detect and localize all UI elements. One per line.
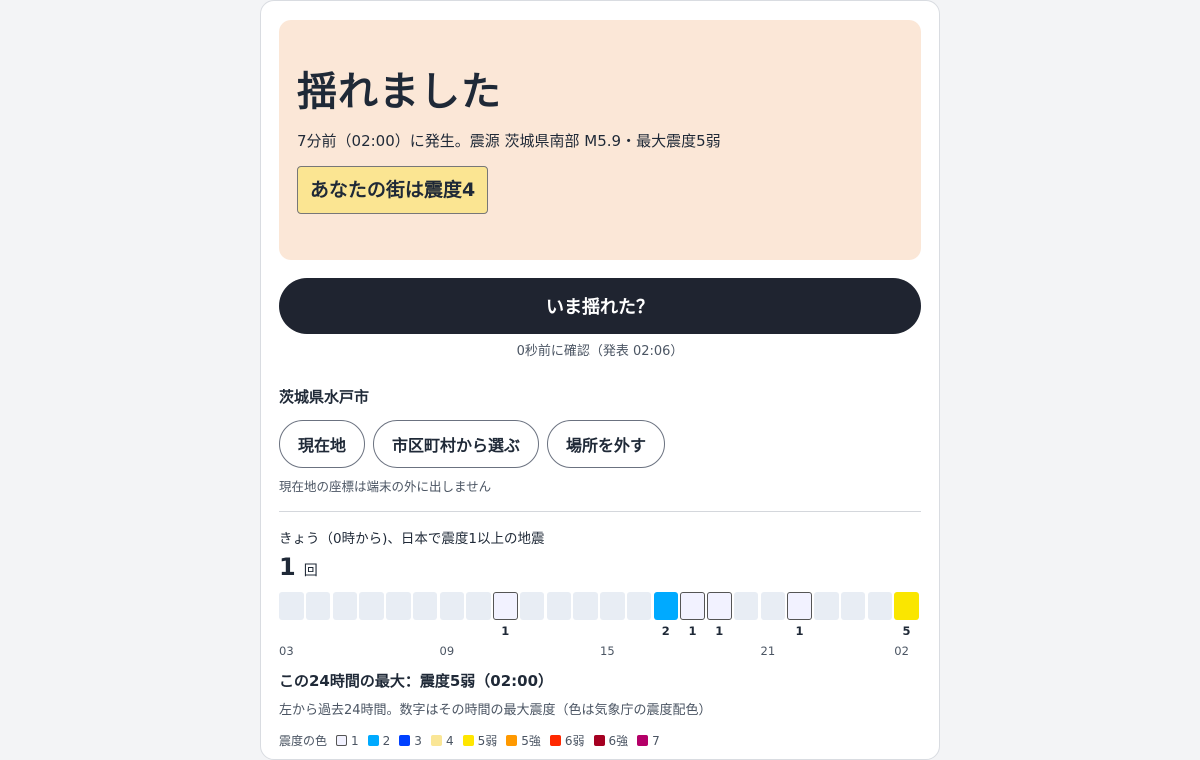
hour-value-22: 1 <box>795 624 804 638</box>
legend-item-label: 1 <box>351 733 359 748</box>
hour-cell-06 <box>359 592 384 620</box>
legend-item-label: 4 <box>445 733 454 748</box>
legend-item: 1 <box>336 734 359 748</box>
chart-note: 左から過去24時間。数字はその時間の最大震度（色は気象庁の震度配色） <box>279 703 712 718</box>
legend-item-label: 6強 <box>608 734 629 748</box>
legend-swatch <box>506 735 518 746</box>
hour-value-19: 1 <box>715 624 724 638</box>
legend-item: 6強 <box>593 732 629 749</box>
choose-municipality-button[interactable]: 市区町村から選ぶ <box>373 420 540 468</box>
today-count-number: 1 <box>279 553 296 581</box>
legend-item-label: 2 <box>382 733 391 748</box>
hour-cell-10 <box>466 592 491 620</box>
hour-value-02: 5 <box>902 624 911 638</box>
hour-cell-13 <box>546 592 571 620</box>
hour-tick-03: 03 <box>279 644 294 658</box>
privacy-note: 現在地の座標は端末の外に出しません <box>279 479 492 494</box>
legend-item: 5弱 <box>462 732 498 749</box>
hour-cell-02 <box>894 592 919 620</box>
hour-tick-09: 09 <box>439 644 455 658</box>
legend-item: 3 <box>399 734 422 748</box>
legend-swatch <box>549 735 561 746</box>
hour-value-18: 1 <box>688 624 697 638</box>
quake-card: 揺れました 7分前（02:00）に発生。震源 茨城県南部 M5.9・最大震度5弱… <box>260 0 940 760</box>
hour-cell-18 <box>680 592 705 620</box>
hour-cell-21 <box>760 592 785 620</box>
hour-cell-22 <box>787 592 812 620</box>
hour-cell-17 <box>653 592 678 620</box>
hour-cell-00 <box>840 592 866 620</box>
legend-item-label: 7 <box>652 733 660 748</box>
legend-item: 2 <box>367 733 391 748</box>
max-24h: この24時間の最大：震度5弱（02:00） <box>279 672 554 690</box>
hour-tick-15: 15 <box>600 644 615 658</box>
legend-item: 6弱 <box>549 732 585 749</box>
hour-cell-07 <box>386 592 411 620</box>
remove-location-button[interactable]: 場所を外す <box>547 420 666 468</box>
hour-cell-03 <box>279 592 304 620</box>
hour-cell-23 <box>814 592 839 620</box>
hour-axis: 03 09 15 21 02 <box>279 644 921 660</box>
alert-title: 揺れました <box>297 69 502 115</box>
hour-value-11: 1 <box>501 624 510 638</box>
intensity-legend: 震度の色 1 2 3 4 5弱 5強 6弱 6強 7 <box>279 732 921 749</box>
today-count-unit: 回 <box>303 563 318 579</box>
divider <box>279 511 921 512</box>
alert-panel: 揺れました 7分前（02:00）に発生。震源 茨城県南部 M5.9・最大震度5弱… <box>279 20 921 260</box>
location-buttons: 現在地 市区町村から選ぶ 場所を外す <box>279 420 921 468</box>
hour-tick-02: 02 <box>894 644 909 658</box>
legend-swatch <box>637 735 649 746</box>
hour-cell-05 <box>332 592 357 620</box>
legend-swatch <box>399 735 411 746</box>
local-intensity-badge: あなたの街は震度4 <box>297 166 489 214</box>
legend-item: 4 <box>430 733 454 748</box>
hour-cell-16 <box>626 592 652 620</box>
legend-label: 震度の色 <box>279 734 328 748</box>
hour-cell-09 <box>439 592 464 620</box>
alert-summary: 7分前（02:00）に発生。震源 茨城県南部 M5.9・最大震度5弱 <box>297 132 721 150</box>
legend-swatch <box>430 735 442 746</box>
legend-item: 7 <box>637 734 660 748</box>
hour-cell-01 <box>867 592 892 620</box>
hourly-intensity-values: 1 2 1 1 1 5 <box>279 624 921 642</box>
hour-tick-21: 21 <box>760 644 776 658</box>
check-status: 0秒前に確認（発表 02:06） <box>516 344 684 359</box>
hour-cell-20 <box>733 592 759 620</box>
legend-swatch <box>336 735 348 746</box>
hour-cell-11 <box>493 592 518 620</box>
hour-cell-08 <box>412 592 438 620</box>
hour-cell-19 <box>707 592 732 620</box>
hour-value-17: 2 <box>661 624 670 638</box>
today-label: きょう（0時から)、日本で震度1以上の地震 <box>279 531 545 547</box>
hourly-intensity-chart <box>279 592 921 624</box>
legend-item-label: 5強 <box>521 734 541 748</box>
legend-item: 5強 <box>506 732 541 749</box>
legend-item-label: 5弱 <box>477 734 498 748</box>
legend-swatch <box>462 735 474 746</box>
hour-cell-15 <box>600 592 625 620</box>
current-location-button[interactable]: 現在地 <box>279 420 366 468</box>
hour-cell-12 <box>519 592 545 620</box>
hour-cell-14 <box>573 592 598 620</box>
legend-swatch <box>593 735 605 746</box>
location-name: 茨城県水戸市 <box>279 388 370 406</box>
legend-item-label: 6弱 <box>564 734 585 748</box>
legend-item-label: 3 <box>414 733 422 748</box>
today-count: 1 回 <box>279 554 921 580</box>
report-shaking-button[interactable]: いま揺れた？ <box>279 278 921 334</box>
hour-cell-04 <box>305 592 331 620</box>
legend-swatch <box>367 735 379 746</box>
